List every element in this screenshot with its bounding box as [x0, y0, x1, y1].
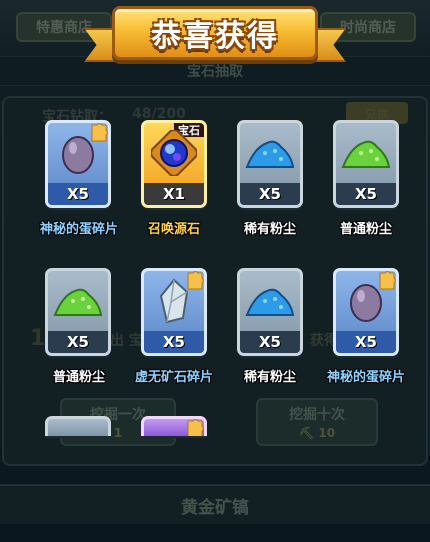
reward-name: 召唤源石 — [147, 222, 200, 237]
reward-qty: X5 — [240, 331, 300, 353]
reward-card[interactable]: X5 — [237, 268, 303, 356]
reward-name: 神秘的蛋碎片 — [326, 370, 405, 385]
ribbon-banner: 恭喜获得 — [112, 6, 318, 60]
reward-qty: X5 — [240, 183, 300, 205]
reward-name: 普通粉尘 — [52, 370, 105, 385]
reward-name: 神秘的蛋碎片 — [39, 222, 118, 237]
reward-qty: X5 — [48, 183, 108, 205]
reward-qty: X1 — [144, 183, 204, 205]
reward-qty: X5 — [144, 331, 204, 353]
reward-card[interactable]: X5 — [333, 120, 399, 208]
reward-name: 稀有粉尘 — [243, 370, 296, 385]
green-dust-icon — [53, 288, 103, 316]
reward-card[interactable]: X5 — [237, 120, 303, 208]
reward-title-ribbon: 恭喜获得 — [0, 0, 430, 80]
summon-orb-icon — [151, 130, 197, 176]
reward-title: 恭喜获得 — [151, 19, 279, 54]
mystery-egg-icon — [62, 136, 94, 174]
reward-card[interactable]: X5 — [333, 268, 399, 356]
reward-qty: X5 — [336, 183, 396, 205]
puzzle-piece-icon — [187, 419, 204, 436]
reward-qty: X5 — [48, 331, 108, 353]
reward-qty: X5 — [336, 331, 396, 353]
reward-card[interactable]: X5 — [45, 268, 111, 356]
reward-card-partial[interactable] — [141, 416, 207, 436]
blue-dust-icon — [245, 288, 295, 316]
blue-dust-icon — [245, 140, 295, 168]
green-dust-icon — [341, 140, 391, 168]
crystal-ore-icon — [159, 278, 189, 324]
reward-card[interactable]: 宝石 X1 — [141, 120, 207, 208]
reward-name: 稀有粉尘 — [243, 222, 296, 237]
reward-name: 普通粉尘 — [339, 222, 392, 237]
reward-card[interactable]: X5 — [141, 268, 207, 356]
mystery-egg-icon — [350, 284, 382, 322]
reward-name: 虚无矿石碎片 — [134, 370, 213, 385]
reward-card[interactable]: X5 — [45, 120, 111, 208]
reward-card-partial[interactable] — [45, 416, 111, 436]
